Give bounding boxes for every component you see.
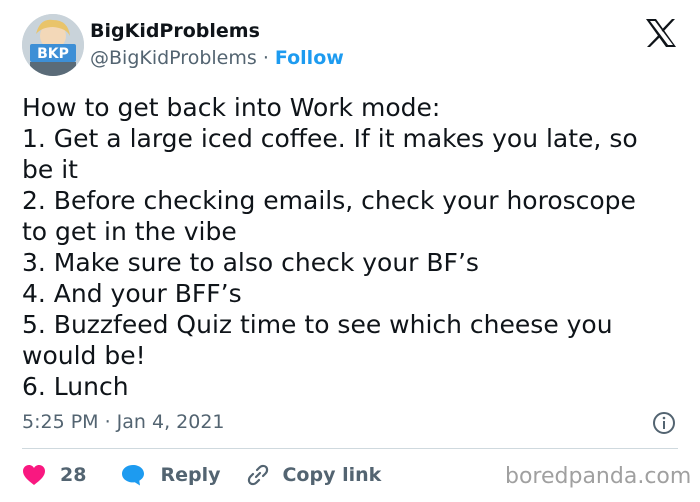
tweet-text: How to get back into Work mode: 1. Get a… xyxy=(22,92,682,402)
action-bar: 28 Reply Copy link xyxy=(22,462,381,488)
tweet-line: 4. And your BFF’s xyxy=(22,279,242,308)
tweet-line: How to get back into Work mode: xyxy=(22,93,441,122)
tweet-line: 3. Make sure to also check your BF’s xyxy=(22,248,479,277)
copy-link-label: Copy link xyxy=(282,464,382,486)
link-icon xyxy=(246,463,270,487)
tweet-line: to get in the vibe xyxy=(22,217,237,246)
author-handle-row: @BigKidProblems · Follow xyxy=(90,47,344,69)
copy-link-button[interactable]: Copy link xyxy=(246,463,381,487)
tweet-line: 6. Lunch xyxy=(22,372,129,401)
like-button[interactable]: 28 xyxy=(22,464,86,486)
tweet-line: be it xyxy=(22,155,78,184)
avatar-logo-text: BKP xyxy=(37,46,69,62)
author-display-name[interactable]: BigKidProblems xyxy=(90,20,260,42)
like-count: 28 xyxy=(60,464,87,486)
info-icon[interactable] xyxy=(652,411,676,435)
follow-button[interactable]: Follow xyxy=(275,47,344,69)
author-handle[interactable]: @BigKidProblems xyxy=(90,47,257,69)
tweet-line: 5. Buzzfeed Quiz time to see which chees… xyxy=(22,310,613,339)
tweet-line: 2. Before checking emails, check your ho… xyxy=(22,186,636,215)
tweet-card: BKP BigKidProblems @BigKidProblems · Fol… xyxy=(0,0,700,502)
watermark: boredpanda.com xyxy=(505,464,692,489)
x-logo-icon[interactable] xyxy=(644,18,678,48)
heart-icon xyxy=(22,464,46,486)
tweet-line: would be! xyxy=(22,341,146,370)
separator-dot: · xyxy=(262,47,269,69)
reply-button[interactable]: Reply xyxy=(120,463,220,487)
reply-label: Reply xyxy=(160,464,221,486)
tweet-line: 1. Get a large iced coffee. If it makes … xyxy=(22,124,638,153)
divider xyxy=(22,448,678,449)
timestamp-link[interactable]: 5:25 PM · Jan 4, 2021 xyxy=(22,411,225,433)
avatar[interactable]: BKP xyxy=(22,14,84,76)
speech-bubble-icon xyxy=(120,463,146,487)
